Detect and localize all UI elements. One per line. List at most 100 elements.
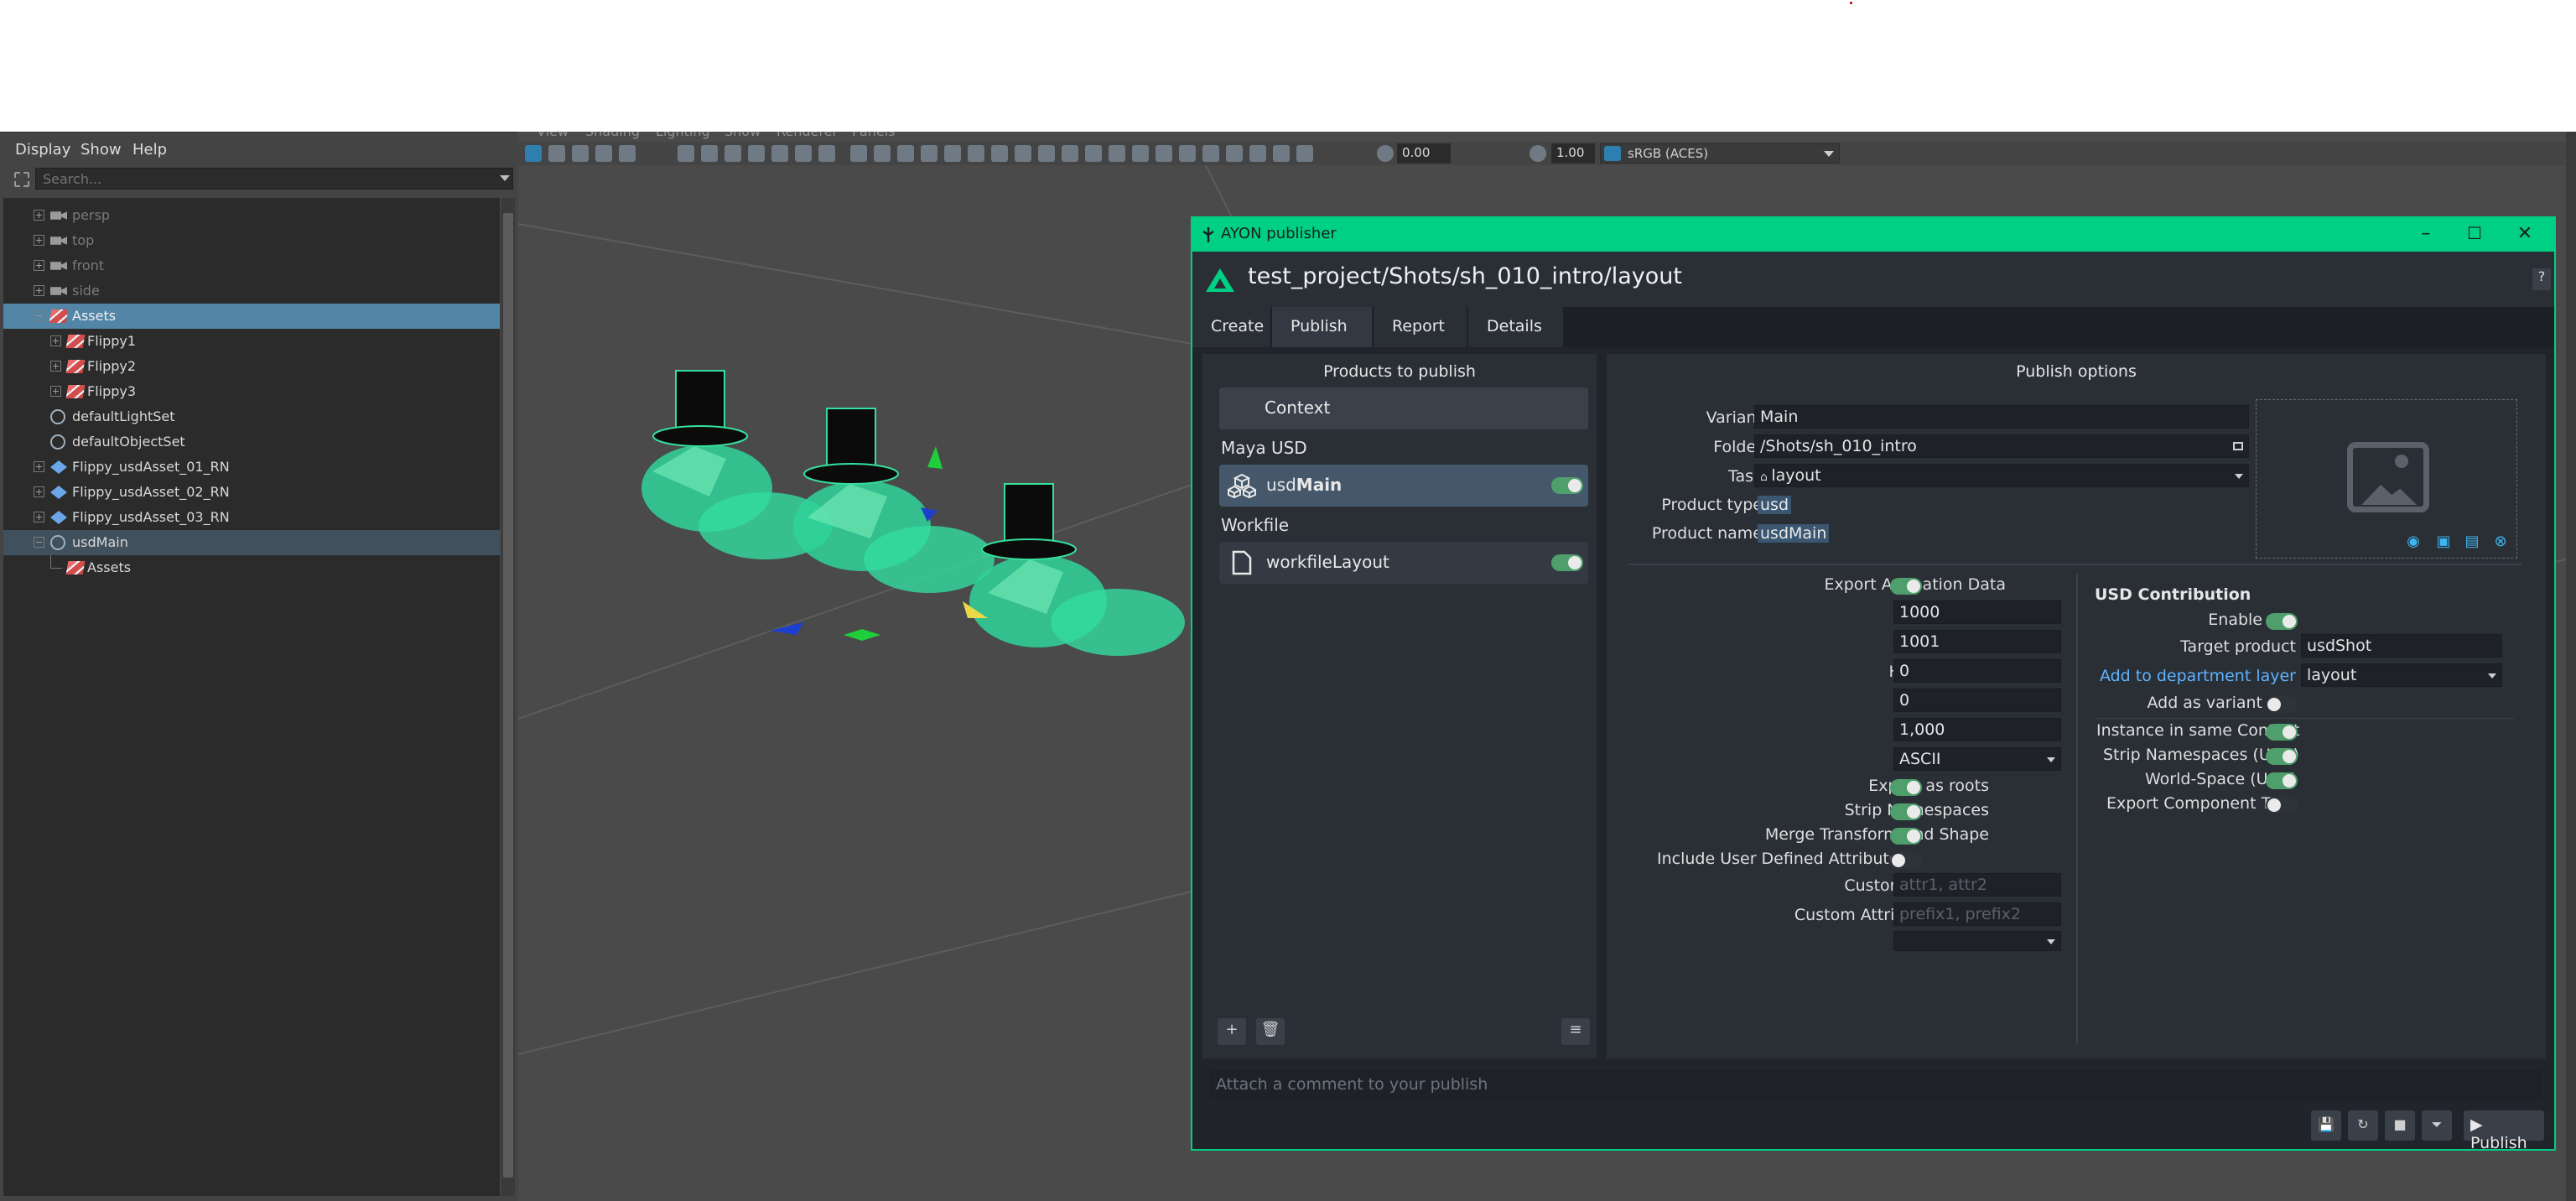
menu-show[interactable]: Show <box>80 141 122 159</box>
multisample-aa-icon[interactable] <box>1062 145 1078 162</box>
expand-icon[interactable] <box>34 210 44 221</box>
panel-menu-view[interactable]: View <box>537 132 569 139</box>
export-component-tags-toggle[interactable] <box>2266 797 2298 814</box>
department-layer-dropdown[interactable]: layout <box>2301 663 2502 687</box>
outliner-item-flippy3[interactable]: Flippy3 <box>3 379 500 404</box>
film-gate-icon[interactable] <box>724 145 741 162</box>
wireframe-on-shaded-icon[interactable] <box>921 145 937 162</box>
outliner-item-persp[interactable]: persp <box>3 203 500 228</box>
close-icon[interactable]: ✕ <box>2512 223 2537 247</box>
outliner-item-flippy2[interactable]: Flippy2 <box>3 354 500 379</box>
isolate-select-icon[interactable] <box>1109 145 1125 162</box>
exposure-field[interactable]: 0.00 <box>1397 143 1451 164</box>
depth-of-field-icon[interactable] <box>1085 145 1102 162</box>
export-as-roots-toggle[interactable] <box>1890 779 1922 796</box>
color-space-dropdown[interactable]: sRGB (ACES) <box>1600 143 1840 164</box>
gamma-icon[interactable] <box>1530 145 1546 162</box>
strip-namespaces-usd-toggle[interactable] <box>2266 748 2298 765</box>
resolution-gate-icon[interactable] <box>748 145 765 162</box>
include-user-attrs-toggle[interactable] <box>1890 852 1922 869</box>
panel-menu-show[interactable]: Show <box>724 132 761 139</box>
outliner-item-usdasset01[interactable]: Flippy_usdAsset_01_RN <box>3 455 500 480</box>
two-d-pan-icon[interactable] <box>619 145 636 162</box>
bookmark-icon[interactable] <box>572 145 589 162</box>
field-chart-icon[interactable] <box>795 145 812 162</box>
export-animation-data-toggle[interactable] <box>1890 578 1922 595</box>
outliner-item-usdasset02[interactable]: Flippy_usdAsset_02_RN <box>3 480 500 505</box>
tab-create[interactable]: Create <box>1192 307 1271 347</box>
expand-icon[interactable] <box>34 260 44 271</box>
tab-details[interactable]: Details <box>1468 307 1564 347</box>
outliner-item-usdasset03[interactable]: Flippy_usdAsset_03_RN <box>3 505 500 530</box>
screen-space-ao-icon[interactable] <box>1015 145 1031 162</box>
frame-end-input[interactable]: 1001 <box>1893 630 2061 653</box>
publish-button[interactable]: ▶ Publish <box>2464 1110 2544 1152</box>
smooth-shade-icon[interactable] <box>897 145 914 162</box>
outliner-item-defaultlightset[interactable]: defaultLightSet <box>3 404 500 429</box>
menu-display[interactable]: Display <box>15 141 70 159</box>
help-button[interactable]: ? <box>2532 268 2551 290</box>
x-ray-joints-icon[interactable] <box>1179 145 1196 162</box>
maximize-icon[interactable]: ☐ <box>2462 223 2487 247</box>
panel-menu-lighting[interactable]: Lighting <box>656 132 710 139</box>
exposure-icon[interactable] <box>1377 145 1394 162</box>
collapse-icon[interactable] <box>34 537 44 548</box>
outliner-item-usdmain[interactable]: usdMain <box>3 530 500 555</box>
save-icon[interactable]: 💾 <box>2311 1110 2341 1141</box>
add-product-button[interactable]: + <box>1218 1018 1246 1045</box>
outliner-item-front[interactable]: front <box>3 253 500 278</box>
thumbnail-widget[interactable]: ◉ ▣ ▤ ⊗ <box>2256 399 2517 559</box>
window-titlebar[interactable]: AYON publisher – ☐ ✕ <box>1192 218 2554 252</box>
product-enable-toggle[interactable] <box>1551 477 1583 494</box>
expand-icon[interactable] <box>1296 145 1313 162</box>
take-screenshot-icon[interactable]: ◉ <box>2404 533 2423 551</box>
search-dropdown-icon[interactable] <box>500 175 510 181</box>
expand-icon[interactable] <box>34 486 44 497</box>
outliner-item-usdmain-assets[interactable]: Assets <box>3 555 500 580</box>
strip-namespaces-toggle[interactable] <box>1890 803 1922 820</box>
usd-enable-toggle[interactable] <box>2266 613 2298 630</box>
grease-pencil-icon[interactable] <box>678 145 694 162</box>
motion-blur-icon[interactable] <box>1038 145 1055 162</box>
handle-end-input[interactable]: 0 <box>1893 689 2061 712</box>
merge-transform-shape-toggle[interactable] <box>1890 828 1922 845</box>
outliner-item-flippy1[interactable]: Flippy1 <box>3 329 500 354</box>
custom-attrs-input[interactable]: attr1, attr2 <box>1893 873 2061 897</box>
frame-start-input[interactable]: 1000 <box>1893 600 2061 624</box>
panel-layout-icon[interactable] <box>1249 145 1266 162</box>
handle-start-input[interactable]: 0 <box>1893 659 2061 683</box>
file-format-dropdown[interactable]: ASCII <box>1893 747 2061 771</box>
validate-icon[interactable]: ⏷ <box>2422 1110 2452 1141</box>
safe-action-icon[interactable] <box>818 145 835 162</box>
panel-menu-renderer[interactable]: Renderer <box>776 132 838 139</box>
image-plane-icon[interactable] <box>595 145 612 162</box>
context-card[interactable]: Context <box>1219 387 1588 429</box>
paste-thumbnail-icon[interactable]: ▣ <box>2434 533 2453 551</box>
grid-icon[interactable] <box>701 145 718 162</box>
outliner-item-top[interactable]: top <box>3 228 500 253</box>
product-enable-toggle[interactable] <box>1551 554 1583 571</box>
outliner-item-assets[interactable]: Assets <box>3 304 500 329</box>
folder-selector[interactable]: /Shots/sh_010_intro <box>1754 434 2249 458</box>
expand-icon[interactable] <box>50 335 61 346</box>
filter-icon[interactable] <box>13 171 30 188</box>
wireframe-icon[interactable] <box>874 145 891 162</box>
custom-attrs-prefix-input[interactable]: prefix1, prefix2 <box>1893 902 2061 926</box>
variant-input[interactable]: Main <box>1754 405 2249 429</box>
outliner-item-defaultobjectset[interactable]: defaultObjectSet <box>3 429 500 455</box>
textured-icon[interactable] <box>944 145 961 162</box>
reset-icon[interactable]: ↻ <box>2348 1110 2378 1141</box>
outliner-scrollbar[interactable] <box>501 198 515 1196</box>
instance-same-context-toggle[interactable] <box>2266 724 2298 741</box>
job-context-dropdown[interactable] <box>1893 931 2061 951</box>
stop-icon[interactable]: ■ <box>2385 1110 2415 1141</box>
color-management-icon[interactable] <box>1604 146 1621 161</box>
expand-icon[interactable] <box>34 285 44 296</box>
add-as-variant-toggle[interactable] <box>2266 696 2298 713</box>
outliner-search-input[interactable] <box>35 168 513 190</box>
clear-thumbnail-icon[interactable]: ⊗ <box>2491 533 2510 551</box>
gate-mask-icon[interactable] <box>771 145 788 162</box>
step-size-input[interactable]: 1,000 <box>1893 718 2061 741</box>
reset-layout-icon[interactable] <box>1273 145 1290 162</box>
backface-culling-icon[interactable] <box>1202 145 1219 162</box>
